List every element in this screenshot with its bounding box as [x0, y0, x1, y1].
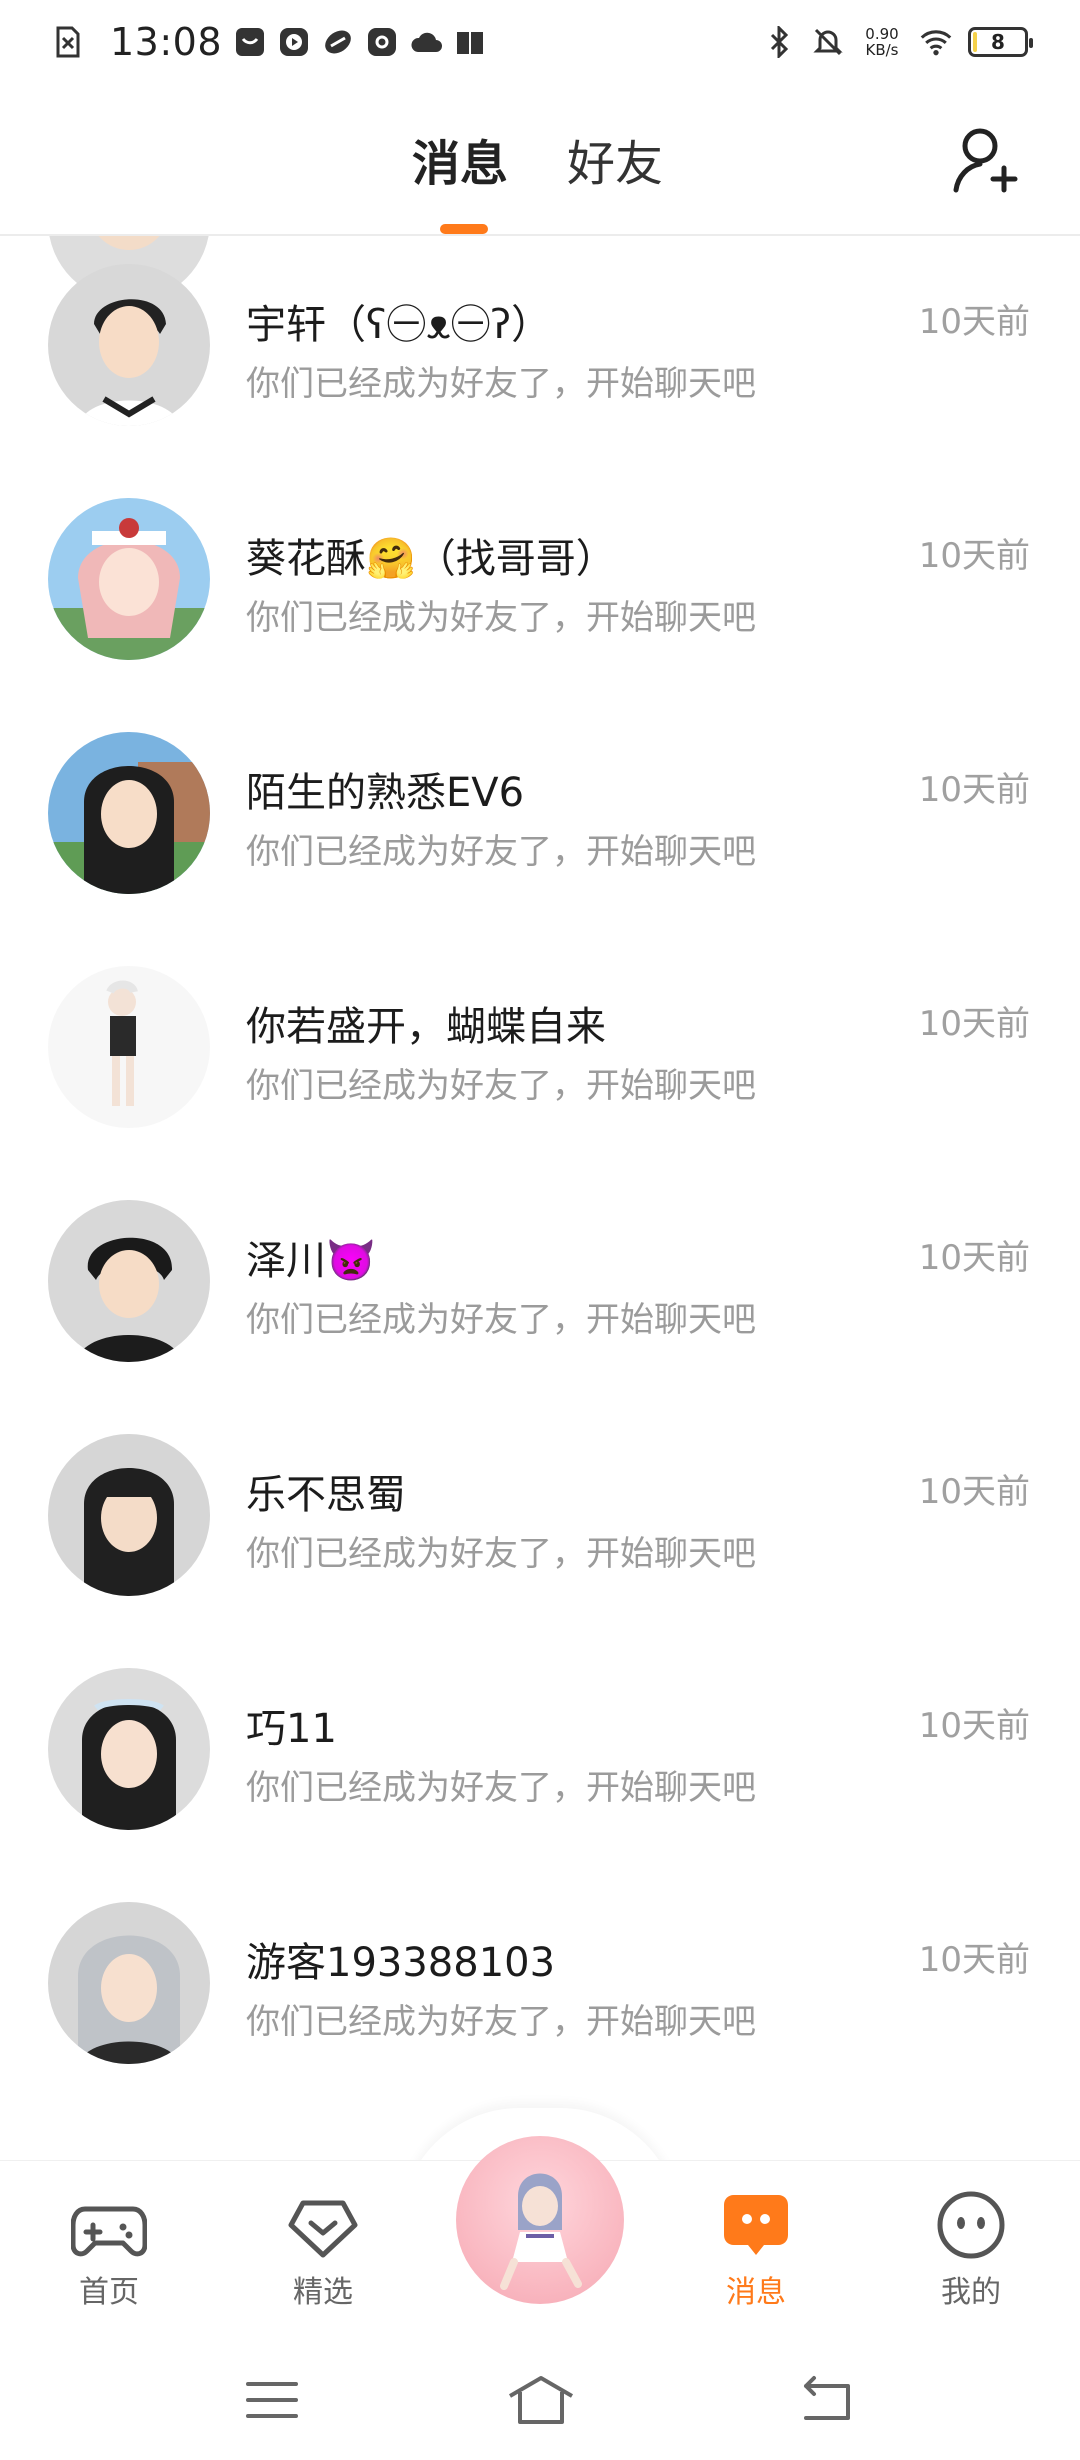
avatar — [48, 498, 210, 660]
status-time: 13:08 — [110, 20, 223, 64]
message-time: 10天前 — [918, 1472, 1030, 1512]
network-speed: 0.90 KB/s — [860, 26, 904, 58]
system-home-button[interactable] — [506, 2370, 576, 2430]
bluetooth-icon — [764, 26, 796, 58]
contact-name: 你若盛开，蝴蝶自来 — [246, 1004, 606, 1050]
battery-level: 8 — [991, 30, 1005, 54]
list-item[interactable]: 泽川👿 你们已经成为好友了，开始聊天吧 10天前 — [0, 1172, 1080, 1406]
system-menu-button[interactable] — [242, 2370, 302, 2430]
network-speed-unit: KB/s — [865, 41, 899, 59]
add-user-icon — [953, 128, 1018, 193]
message-time: 10天前 — [918, 1238, 1030, 1278]
tab-friends[interactable]: 好友 — [567, 124, 663, 194]
contact-name: 泽川👿 — [246, 1238, 376, 1284]
message-preview: 你们已经成为好友了，开始聊天吧 — [246, 1768, 756, 1808]
top-header: 消息 好友 — [0, 84, 1080, 236]
system-back-button[interactable] — [796, 2370, 856, 2430]
list-item[interactable]: 乐不思蜀 你们已经成为好友了，开始聊天吧 10天前 — [0, 1406, 1080, 1640]
sim-icon — [52, 26, 84, 58]
nav-profile-label: 我的 — [941, 2275, 1001, 2310]
app-notification-icon — [322, 26, 354, 58]
message-time: 10天前 — [918, 536, 1030, 576]
battery-indicator: 8 — [968, 27, 1033, 57]
avatar — [48, 966, 210, 1128]
message-time: 10天前 — [918, 1706, 1030, 1746]
tab-active-indicator — [440, 224, 488, 234]
book-notification-icon — [454, 26, 486, 58]
add-friend-button[interactable] — [952, 124, 1020, 196]
contact-name: 宇轩（ʕ㊀ᴥ㊀ʔ） — [246, 302, 552, 348]
avatar — [48, 732, 210, 894]
message-preview: 你们已经成为好友了，开始聊天吧 — [246, 364, 756, 404]
message-notification-icon — [234, 26, 266, 58]
chat-bubble-icon — [724, 2195, 788, 2255]
nav-home-label: 首页 — [79, 2275, 139, 2310]
nav-profile[interactable]: 我的 — [896, 2189, 1046, 2311]
message-preview: 你们已经成为好友了，开始聊天吧 — [246, 1534, 756, 1574]
system-nav-bar — [0, 2340, 1080, 2460]
video-notification-icon — [278, 26, 310, 58]
list-item[interactable]: 你若盛开，蝴蝶自来 你们已经成为好友了，开始聊天吧 10天前 — [0, 938, 1080, 1172]
home-icon — [508, 2376, 574, 2424]
contact-name: 巧11 — [246, 1706, 337, 1752]
message-preview: 你们已经成为好友了，开始聊天吧 — [246, 598, 756, 638]
at-notification-icon — [366, 26, 398, 58]
character-icon — [500, 2173, 582, 2290]
avatar — [48, 264, 210, 426]
nav-messages-label: 消息 — [726, 2275, 786, 2310]
message-preview: 你们已经成为好友了，开始聊天吧 — [246, 2002, 756, 2042]
mute-icon — [812, 26, 844, 58]
message-preview: 你们已经成为好友了，开始聊天吧 — [246, 1300, 756, 1340]
message-preview: 你们已经成为好友了，开始聊天吧 — [246, 1066, 756, 1106]
face-icon — [937, 2191, 1005, 2259]
message-list: 宇轩（ʕ㊀ᴥ㊀ʔ） 你们已经成为好友了，开始聊天吧 10天前 葵花酥🤗（找哥哥）… — [0, 236, 1080, 2160]
contact-name: 葵花酥🤗（找哥哥） — [246, 536, 616, 582]
back-icon — [804, 2376, 850, 2420]
list-item[interactable]: 葵花酥🤗（找哥哥） 你们已经成为好友了，开始聊天吧 10天前 — [0, 470, 1080, 704]
center-avatar-button[interactable] — [456, 2136, 624, 2304]
message-time: 10天前 — [918, 1940, 1030, 1980]
nav-featured[interactable]: 精选 — [248, 2189, 398, 2311]
list-item[interactable]: 游客193388103 你们已经成为好友了，开始聊天吧 10天前 — [0, 1874, 1080, 2108]
heart-badge-icon — [288, 2200, 358, 2258]
tab-messages[interactable]: 消息 — [412, 124, 508, 194]
avatar — [48, 1902, 210, 2064]
list-item[interactable]: 宇轩（ʕ㊀ᴥ㊀ʔ） 你们已经成为好友了，开始聊天吧 10天前 — [0, 236, 1080, 470]
avatar — [48, 1200, 210, 1362]
nav-home[interactable]: 首页 — [34, 2189, 184, 2311]
list-item[interactable]: 陌生的熟悉EV6 你们已经成为好友了，开始聊天吧 10天前 — [0, 704, 1080, 938]
avatar — [48, 1434, 210, 1596]
message-time: 10天前 — [918, 770, 1030, 810]
contact-name: 陌生的熟悉EV6 — [246, 770, 525, 816]
list-item[interactable]: 巧11 你们已经成为好友了，开始聊天吧 10天前 — [0, 1640, 1080, 1874]
avatar — [48, 1668, 210, 1830]
cloud-notification-icon — [410, 26, 443, 58]
nav-messages[interactable]: 消息 — [681, 2189, 831, 2311]
status-bar: 13:08 0.90 KB/s 8 — [0, 0, 1080, 84]
wifi-icon — [920, 26, 952, 58]
message-preview: 你们已经成为好友了，开始聊天吧 — [246, 832, 756, 872]
message-time: 10天前 — [918, 1004, 1030, 1044]
contact-name: 游客193388103 — [246, 1940, 556, 1986]
message-time: 10天前 — [918, 302, 1030, 342]
gamepad-icon — [71, 2206, 147, 2257]
contact-name: 乐不思蜀 — [246, 1472, 406, 1518]
nav-featured-label: 精选 — [293, 2275, 353, 2310]
menu-icon — [246, 2382, 298, 2418]
